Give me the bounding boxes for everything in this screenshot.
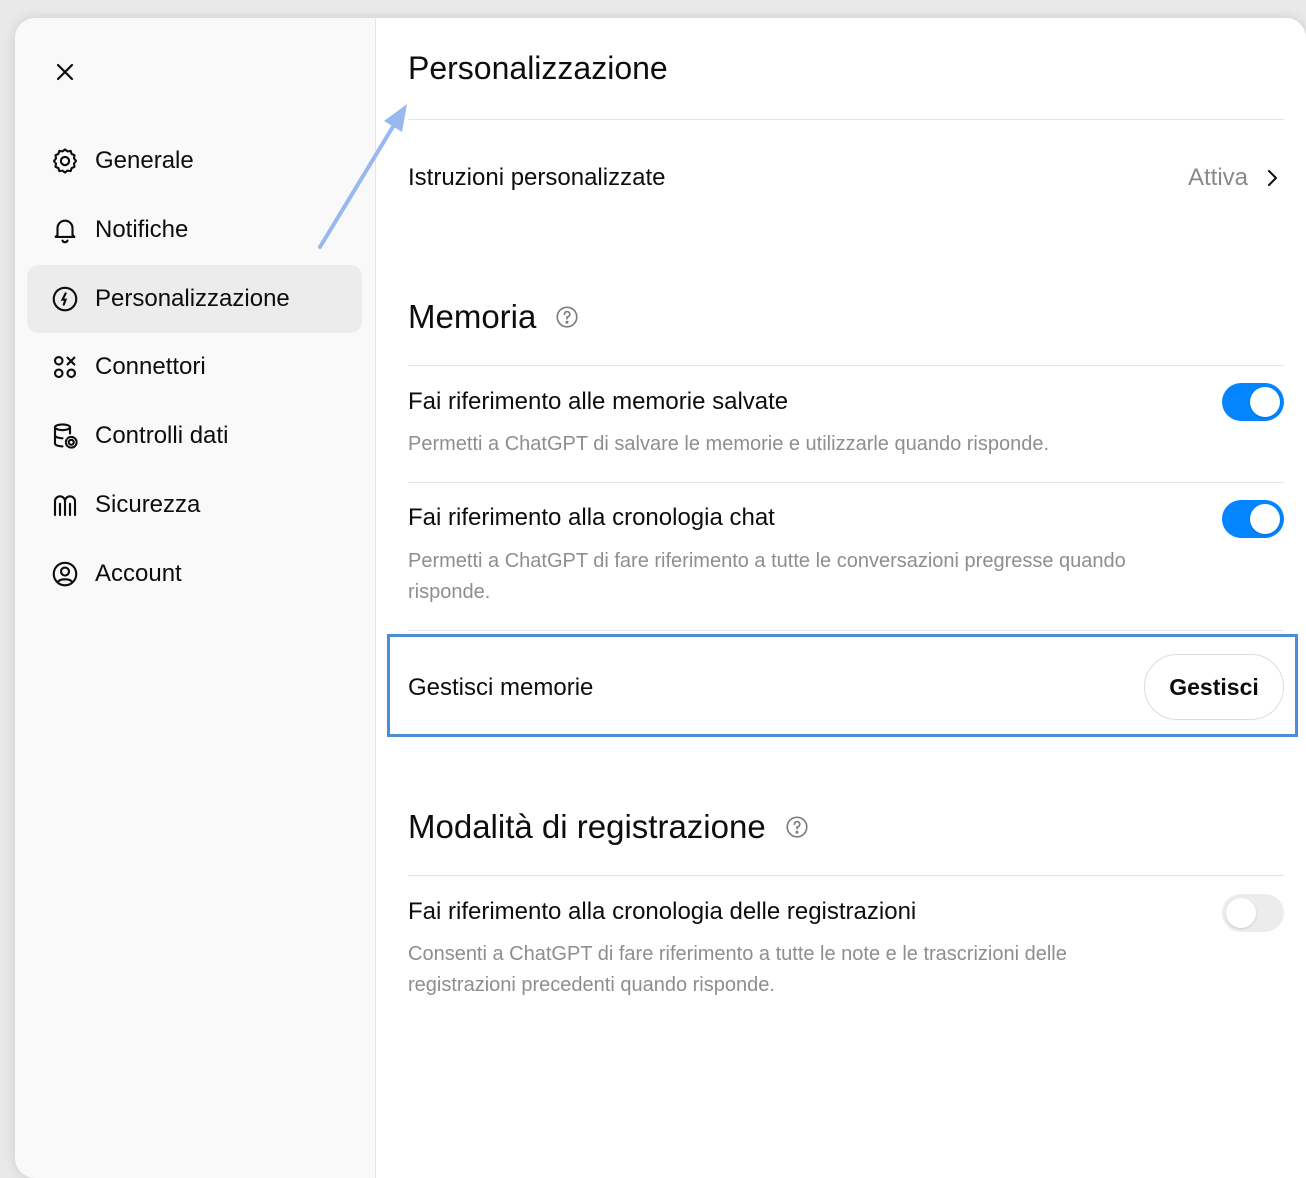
page-title: Personalizzazione: [408, 50, 668, 86]
settings-nav: Generale Notifiche Personalizzazione Con…: [27, 127, 362, 608]
saved-memories-description: Permetti a ChatGPT di salvare le memorie…: [408, 433, 1050, 455]
divider: [408, 365, 1284, 366]
custom-instructions-label: Istruzioni personalizzate: [408, 164, 666, 191]
sidebar-item-label: Connettori: [95, 353, 206, 381]
bell-icon: [49, 214, 81, 246]
memory-title: Memoria: [408, 298, 537, 335]
chat-history-toggle[interactable]: [1222, 500, 1284, 538]
toggle-knob: [1250, 504, 1280, 534]
toggle-knob: [1250, 387, 1280, 417]
custom-instructions-status-link[interactable]: Attiva: [1188, 164, 1284, 192]
sidebar-item-label: Controlli dati: [95, 422, 229, 449]
personalization-icon: [49, 283, 81, 315]
close-button[interactable]: [47, 54, 83, 90]
sidebar-item-sicurezza[interactable]: Sicurezza: [27, 471, 362, 539]
sidebar-item-connettori[interactable]: Connettori: [27, 333, 362, 401]
settings-sidebar: Generale Notifiche Personalizzazione Con…: [15, 18, 376, 1178]
custom-instructions-status: Attiva: [1187, 164, 1248, 191]
sidebar-item-label: Generale: [95, 147, 194, 174]
saved-memories-toggle[interactable]: [1222, 383, 1284, 421]
settings-content: Personalizzazione Istruzioni personalizz…: [408, 18, 1284, 1178]
sidebar-item-generale[interactable]: Generale: [27, 127, 362, 195]
sidebar-item-notifiche[interactable]: Notifiche: [27, 196, 362, 264]
manage-memories-label: Gestisci memorie: [408, 674, 594, 701]
chat-history-label: Fai riferimento alla cronologia chat: [408, 504, 775, 531]
recording-title: Modalità di registrazione: [408, 808, 766, 845]
help-icon[interactable]: [554, 304, 580, 330]
recording-history-toggle[interactable]: [1222, 894, 1284, 932]
chevron-right-icon: [1268, 170, 1277, 186]
divider: [408, 630, 1284, 631]
sidebar-item-account[interactable]: Account: [27, 540, 362, 608]
help-icon[interactable]: [784, 814, 810, 840]
close-icon: [56, 63, 74, 81]
toggle-knob: [1226, 898, 1256, 928]
security-icon: [49, 489, 81, 521]
chat-history-description: Permetti a ChatGPT di fare riferimento a…: [408, 550, 1126, 603]
sidebar-item-label: Notifiche: [95, 215, 189, 243]
memory-section-title: Memoria: [408, 298, 580, 336]
connectors-icon: [49, 351, 81, 383]
divider: [408, 119, 1284, 120]
divider: [408, 875, 1284, 876]
sidebar-item-label: Account: [95, 559, 182, 587]
database-gear-icon: [49, 420, 81, 452]
recording-history-description: Consenti a ChatGPT di fare riferimento a…: [408, 943, 1067, 996]
gear-icon: [49, 145, 81, 177]
recording-history-label: Fai riferimento alla cronologia delle re…: [408, 898, 917, 925]
divider: [408, 482, 1284, 483]
manage-memories-button[interactable]: Gestisci: [1144, 654, 1284, 720]
sidebar-item-label: Personalizzazione: [95, 284, 290, 312]
sidebar-item-controlli-dati[interactable]: Controlli dati: [27, 402, 362, 470]
saved-memories-label: Fai riferimento alle memorie salvate: [408, 388, 789, 415]
recording-section-title: Modalità di registrazione: [408, 808, 810, 846]
sidebar-item-label: Sicurezza: [95, 490, 201, 518]
account-icon: [49, 558, 81, 590]
settings-dialog: Generale Notifiche Personalizzazione Con…: [15, 18, 1306, 1178]
sidebar-item-personalizzazione[interactable]: Personalizzazione: [27, 264, 362, 333]
